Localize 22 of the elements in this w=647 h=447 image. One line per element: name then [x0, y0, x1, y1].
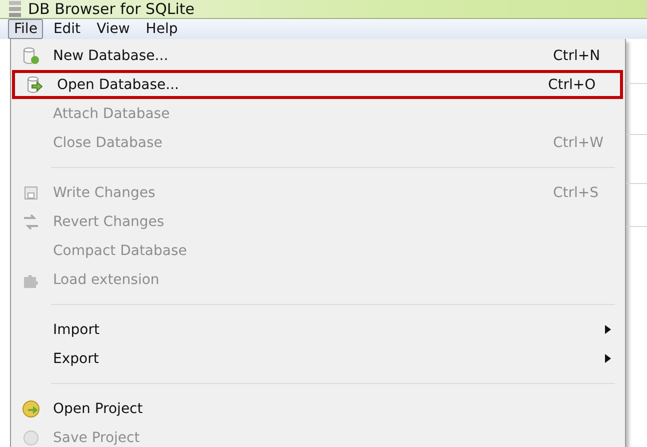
- shortcut-label: Ctrl+N: [553, 48, 602, 64]
- menu-title[interactable]: Help: [140, 19, 184, 39]
- submenu-arrow-icon: [605, 354, 611, 363]
- shortcut-label: Ctrl+O: [548, 76, 597, 92]
- menu-item[interactable]: Import: [53, 322, 100, 338]
- app-icon: [8, 0, 22, 18]
- new-database-icon: [22, 46, 40, 64]
- menu-item[interactable]: New Database...: [53, 48, 168, 64]
- menu-title[interactable]: View: [90, 19, 136, 39]
- open-database-icon: [26, 76, 44, 94]
- menu-item[interactable]: Export: [53, 350, 99, 366]
- shortcut-label: Ctrl+W: [553, 134, 603, 150]
- save-icon: [23, 184, 39, 200]
- shortcut-label: Ctrl+S: [553, 184, 600, 200]
- open-project-icon: [21, 398, 41, 418]
- menu-title[interactable]: File: [8, 19, 44, 39]
- menu-item[interactable]: Open Database...: [57, 76, 179, 92]
- revert-icon: [22, 214, 40, 230]
- submenu-arrow-icon: [605, 325, 611, 334]
- menu-title[interactable]: Edit: [47, 19, 87, 39]
- window-title: DB Browser for SQLite: [28, 0, 195, 18]
- menu-item[interactable]: Open Project: [53, 400, 143, 416]
